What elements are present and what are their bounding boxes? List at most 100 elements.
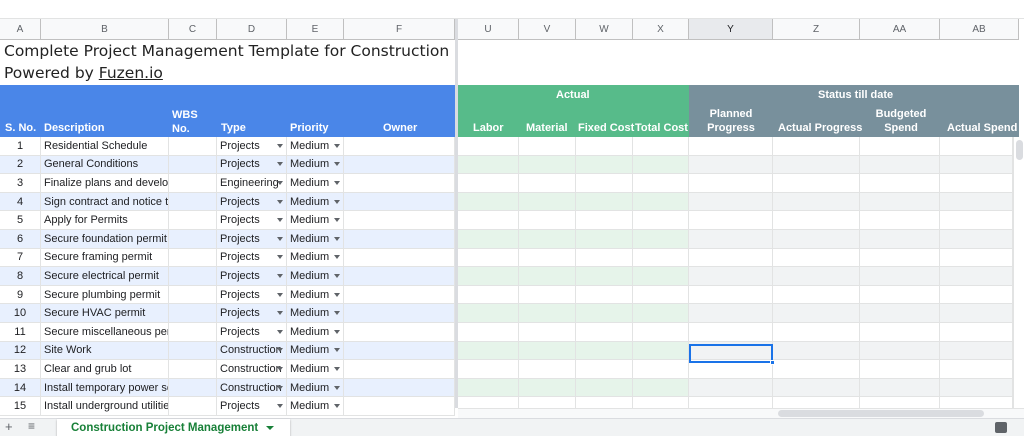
dropdown-chevron-icon[interactable] xyxy=(277,255,283,260)
cell-budgeted-spend[interactable] xyxy=(860,211,940,230)
dropdown-chevron-icon[interactable] xyxy=(334,292,340,297)
fuzen-link[interactable]: Fuzen.io xyxy=(99,64,163,82)
dropdown-chevron-icon[interactable] xyxy=(334,311,340,316)
cell-priority[interactable]: Medium xyxy=(287,378,344,398)
cell-priority[interactable]: Medium xyxy=(287,267,344,286)
cell-total-cost[interactable] xyxy=(633,285,689,305)
cell-priority[interactable]: Medium xyxy=(287,323,344,342)
cell-description[interactable]: Secure foundation permit xyxy=(41,230,169,249)
cell-wbs[interactable] xyxy=(169,230,217,249)
cell-material[interactable] xyxy=(519,230,576,249)
cell-description[interactable]: Install underground utilities xyxy=(41,397,169,416)
cell-fixed-cost[interactable] xyxy=(576,267,633,286)
cell-labor[interactable] xyxy=(458,341,519,361)
cell-planned-progress[interactable] xyxy=(689,248,773,268)
row-sno[interactable]: 10 xyxy=(0,304,41,323)
cell-actual-progress[interactable] xyxy=(773,137,860,156)
cell-actual-spend[interactable] xyxy=(940,137,1013,156)
cell-planned-progress[interactable] xyxy=(689,285,773,305)
cell-owner[interactable] xyxy=(344,174,455,193)
cell-wbs[interactable] xyxy=(169,267,217,286)
cell-wbs[interactable] xyxy=(169,397,217,416)
dropdown-chevron-icon[interactable] xyxy=(277,180,283,185)
cell-type[interactable]: Projects xyxy=(217,155,287,175)
row-sno[interactable]: 2 xyxy=(0,155,41,175)
cell-description[interactable]: Site Work xyxy=(41,341,169,361)
cell-material[interactable] xyxy=(519,341,576,361)
cell-owner[interactable] xyxy=(344,137,455,156)
row-sno[interactable]: 15 xyxy=(0,397,41,416)
cell-priority[interactable]: Medium xyxy=(287,192,344,212)
cell-labor[interactable] xyxy=(458,137,519,156)
all-sheets-icon[interactable]: ≡ xyxy=(28,419,35,433)
cell-owner[interactable] xyxy=(344,267,455,286)
cell-type[interactable]: Engineering xyxy=(217,174,287,193)
cell-type[interactable]: Projects xyxy=(217,230,287,249)
cell-priority[interactable]: Medium xyxy=(287,137,344,156)
cell-owner[interactable] xyxy=(344,211,455,230)
cell-wbs[interactable] xyxy=(169,341,217,361)
row-sno[interactable]: 6 xyxy=(0,230,41,249)
cell-owner[interactable] xyxy=(344,323,455,342)
horizontal-scrollbar[interactable] xyxy=(458,408,1024,418)
column-header-x[interactable]: X xyxy=(633,19,689,40)
cell-actual-progress[interactable] xyxy=(773,211,860,230)
cell-budgeted-spend[interactable] xyxy=(860,304,940,323)
column-header-z[interactable]: Z xyxy=(773,19,860,40)
cell-material[interactable] xyxy=(519,137,576,156)
cell-owner[interactable] xyxy=(344,155,455,175)
cell-total-cost[interactable] xyxy=(633,360,689,379)
cell-wbs[interactable] xyxy=(169,248,217,268)
cell-planned-progress[interactable] xyxy=(689,323,773,342)
column-header-y[interactable]: Y xyxy=(689,19,773,40)
add-sheet-icon[interactable]: + xyxy=(5,419,13,434)
cell-planned-progress[interactable] xyxy=(689,192,773,212)
cell-actual-progress[interactable] xyxy=(773,248,860,268)
cell-planned-progress[interactable] xyxy=(689,155,773,175)
dropdown-chevron-icon[interactable] xyxy=(277,404,283,409)
dropdown-chevron-icon[interactable] xyxy=(277,236,283,241)
cell-actual-progress[interactable] xyxy=(773,174,860,193)
cell-actual-spend[interactable] xyxy=(940,360,1013,379)
cell-actual-progress[interactable] xyxy=(773,267,860,286)
row-sno[interactable]: 14 xyxy=(0,378,41,398)
cell-priority[interactable]: Medium xyxy=(287,174,344,193)
cell-total-cost[interactable] xyxy=(633,174,689,193)
cell-actual-spend[interactable] xyxy=(940,174,1013,193)
cell-material[interactable] xyxy=(519,360,576,379)
cell-priority[interactable]: Medium xyxy=(287,341,344,361)
cell-labor[interactable] xyxy=(458,155,519,175)
column-header-e[interactable]: E xyxy=(287,19,344,40)
cell-labor[interactable] xyxy=(458,192,519,212)
dropdown-chevron-icon[interactable] xyxy=(334,348,340,353)
cell-actual-spend[interactable] xyxy=(940,304,1013,323)
column-header-v[interactable]: V xyxy=(519,19,576,40)
dropdown-chevron-icon[interactable] xyxy=(277,273,283,278)
cell-wbs[interactable] xyxy=(169,378,217,398)
cell-wbs[interactable] xyxy=(169,360,217,379)
cell-type[interactable]: Construction xyxy=(217,378,287,398)
cell-actual-spend[interactable] xyxy=(940,341,1013,361)
cell-wbs[interactable] xyxy=(169,155,217,175)
column-header-b[interactable]: B xyxy=(41,19,169,40)
cell-description[interactable]: General Conditions xyxy=(41,155,169,175)
cell-description[interactable]: Finalize plans and develop xyxy=(41,174,169,193)
cell-fixed-cost[interactable] xyxy=(576,285,633,305)
cell-total-cost[interactable] xyxy=(633,248,689,268)
cell-budgeted-spend[interactable] xyxy=(860,323,940,342)
dropdown-chevron-icon[interactable] xyxy=(334,199,340,204)
dropdown-chevron-icon[interactable] xyxy=(334,236,340,241)
cell-planned-progress[interactable] xyxy=(689,211,773,230)
cell-planned-progress[interactable] xyxy=(689,378,773,398)
cell-actual-spend[interactable] xyxy=(940,248,1013,268)
cell-fixed-cost[interactable] xyxy=(576,341,633,361)
cell-labor[interactable] xyxy=(458,285,519,305)
cell-planned-progress[interactable] xyxy=(689,230,773,249)
cell-budgeted-spend[interactable] xyxy=(860,341,940,361)
cell-priority[interactable]: Medium xyxy=(287,155,344,175)
cell-total-cost[interactable] xyxy=(633,192,689,212)
cell-actual-progress[interactable] xyxy=(773,323,860,342)
cell-material[interactable] xyxy=(519,304,576,323)
cell-labor[interactable] xyxy=(458,211,519,230)
cell-type[interactable]: Construction xyxy=(217,341,287,361)
